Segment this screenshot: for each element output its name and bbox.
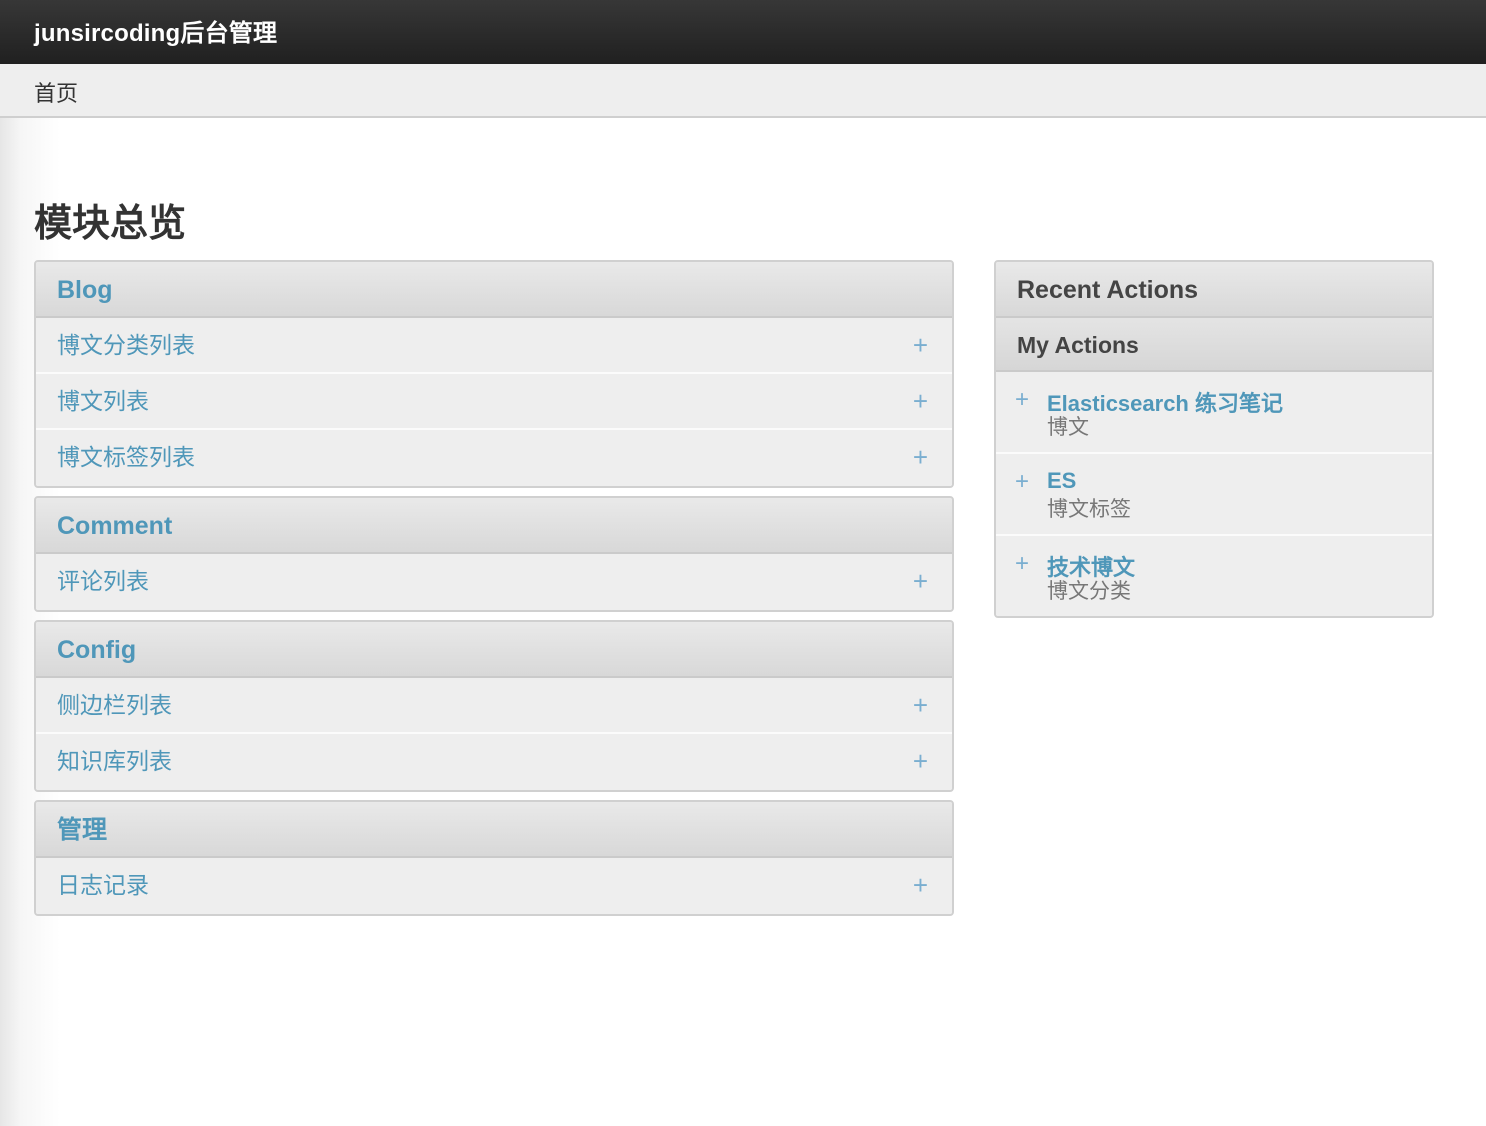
module-row-label[interactable]: 日志记录 (57, 872, 149, 898)
module-header-config[interactable]: Config (36, 622, 952, 678)
module-comment: Comment 评论列表 + (34, 496, 954, 612)
my-actions-title: My Actions (996, 318, 1432, 372)
module-row-blog-tag[interactable]: 博文标签列表 + (36, 430, 952, 486)
module-row-log-entry[interactable]: 日志记录 + (36, 858, 952, 914)
recent-action-type: 博文 (1047, 416, 1089, 439)
add-icon[interactable]: + (913, 734, 928, 788)
module-row-label[interactable]: 侧边栏列表 (57, 692, 172, 718)
module-config: Config 侧边栏列表 + 知识库列表 + (34, 620, 954, 792)
module-row-label[interactable]: 博文标签列表 (57, 444, 195, 470)
recent-action-link[interactable]: ES (1047, 468, 1076, 494)
module-header-blog[interactable]: Blog (36, 262, 952, 318)
recent-actions-title: Recent Actions (996, 262, 1432, 318)
recent-action-item: + ES 博文标签 (996, 454, 1432, 536)
add-icon[interactable]: + (913, 318, 928, 372)
breadcrumb: 首页 (0, 64, 1486, 118)
module-row-label[interactable]: 博文列表 (57, 388, 149, 414)
module-header-comment[interactable]: Comment (36, 498, 952, 554)
recent-action-type: 博文标签 (1047, 498, 1131, 521)
module-blog: Blog 博文分类列表 + 博文列表 + 博文标签列表 + (34, 260, 954, 488)
add-icon[interactable]: + (913, 858, 928, 912)
module-row-label[interactable]: 知识库列表 (57, 748, 172, 774)
module-row-sidebar[interactable]: 侧边栏列表 + (36, 678, 952, 734)
addition-icon: + (1015, 468, 1030, 495)
addition-icon: + (1015, 386, 1030, 413)
recent-action-item: + Elasticsearch 练习笔记 博文 (996, 372, 1432, 454)
module-row-blog-post[interactable]: 博文列表 + (36, 374, 952, 430)
site-brand[interactable]: junsircoding后台管理 (34, 13, 277, 48)
breadcrumb-home-link[interactable]: 首页 (34, 76, 78, 108)
recent-actions-panel: Recent Actions My Actions + Elasticsearc… (994, 260, 1434, 618)
addition-icon: + (1015, 550, 1030, 577)
add-icon[interactable]: + (913, 374, 928, 428)
recent-action-item: + 技术博文 博文分类 (996, 536, 1432, 616)
module-admin: 管理 日志记录 + (34, 800, 954, 916)
module-row-comment[interactable]: 评论列表 + (36, 554, 952, 610)
module-header-admin[interactable]: 管理 (36, 802, 952, 858)
add-icon[interactable]: + (913, 554, 928, 608)
module-row-label[interactable]: 博文分类列表 (57, 332, 195, 358)
module-row-label[interactable]: 评论列表 (57, 568, 149, 594)
site-header: junsircoding后台管理 (0, 0, 1486, 64)
module-row-blog-category[interactable]: 博文分类列表 + (36, 318, 952, 374)
add-icon[interactable]: + (913, 430, 928, 484)
page-title: 模块总览 (34, 203, 187, 245)
module-row-knowledge-base[interactable]: 知识库列表 + (36, 734, 952, 790)
add-icon[interactable]: + (913, 678, 928, 732)
recent-action-type: 博文分类 (1047, 580, 1131, 603)
main-content: 模块总览 Blog 博文分类列表 + 博文列表 + 博文标签列表 + Comme… (0, 118, 1486, 1126)
